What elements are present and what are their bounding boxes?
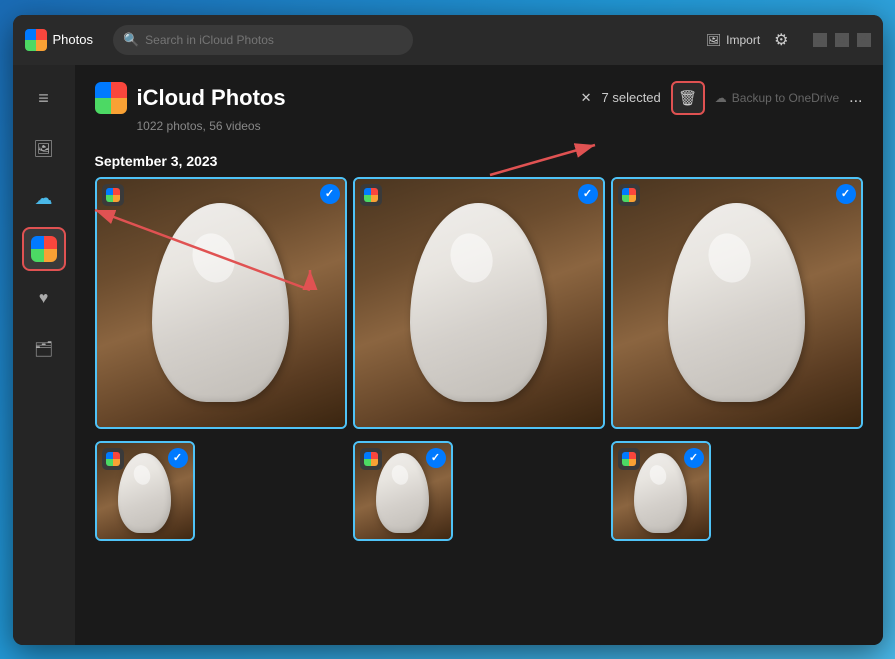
mouse-highlight xyxy=(186,228,241,289)
photo-icloud-icon-6 xyxy=(622,452,636,466)
import-icon: 🖼 xyxy=(706,33,721,47)
minimize-button[interactable]: – xyxy=(813,33,827,47)
icloud-icon: ☁ xyxy=(35,188,53,209)
sidebar-item-folders[interactable]: 🗂 xyxy=(22,327,66,371)
mouse-body-2 xyxy=(410,203,546,401)
trash-icon: 🗑 xyxy=(678,89,697,107)
photo-thumb-2 xyxy=(355,179,603,427)
photo-check-1: ✓ xyxy=(320,184,340,204)
selected-count: 7 selected xyxy=(601,90,660,105)
backup-icon: ☁ xyxy=(715,91,727,105)
app-logo: Photos xyxy=(25,29,93,51)
photo-icloud-icon-4 xyxy=(106,452,120,466)
selection-bar: ✕ 7 selected 🗑 ☁ Backup to OneDrive ... xyxy=(581,81,863,115)
search-bar[interactable]: 🔍 xyxy=(113,25,413,55)
mouse-body-4 xyxy=(118,453,171,533)
icloud-photos-icon xyxy=(31,236,57,262)
clear-icon: ✕ xyxy=(581,90,592,106)
sidebar-item-icloud[interactable]: ☁ xyxy=(22,177,66,221)
window-controls: – □ ✕ xyxy=(813,33,871,47)
content-title: iCloud Photos xyxy=(137,85,286,111)
sidebar-item-favorites[interactable]: ♥ xyxy=(22,277,66,321)
delete-button[interactable]: 🗑 xyxy=(671,81,705,115)
content-area: iCloud Photos ✕ 7 selected 🗑 ☁ xyxy=(75,65,883,645)
mouse-body-5 xyxy=(376,453,429,533)
import-button[interactable]: 🖼 Import xyxy=(706,33,760,47)
app-window: Photos 🔍 🖼 Import ⚙ – □ ✕ ≡ � xyxy=(13,15,883,645)
apple-logo-2 xyxy=(469,342,487,362)
photo-item-6[interactable]: ✓ xyxy=(611,441,711,541)
photo-icloud-badge-5 xyxy=(360,448,382,470)
folders-icon: 🗂 xyxy=(34,340,53,358)
photo-icloud-icon-1 xyxy=(106,188,120,202)
apple-logo-5 xyxy=(393,497,411,517)
search-icon: 🔍 xyxy=(123,32,139,48)
apple-logo-3 xyxy=(727,342,745,362)
close-button[interactable]: ✕ xyxy=(857,33,871,47)
photo-grid-container[interactable]: ✓ ✓ xyxy=(75,177,883,645)
photo-item-2[interactable]: ✓ xyxy=(353,177,605,429)
photo-icloud-badge-3 xyxy=(618,184,640,206)
photo-check-3: ✓ xyxy=(836,184,856,204)
date-group-label: September 3, 2023 xyxy=(75,143,883,177)
apple-logo-4 xyxy=(135,497,153,517)
photo-item-3[interactable]: ✓ xyxy=(611,177,863,429)
photo-item-4[interactable]: ✓ xyxy=(95,441,195,541)
search-input[interactable] xyxy=(145,33,403,47)
photo-item-5[interactable]: ✓ xyxy=(353,441,453,541)
mouse-body xyxy=(152,203,288,401)
maximize-button[interactable]: □ xyxy=(835,33,849,47)
menu-icon: ≡ xyxy=(38,88,49,109)
photo-library-icon: 🖼 xyxy=(33,139,53,159)
photo-icloud-badge-6 xyxy=(618,448,640,470)
photo-icloud-badge-4 xyxy=(102,448,124,470)
favorites-icon: ♥ xyxy=(39,290,49,308)
title-bar: Photos 🔍 🖼 Import ⚙ – □ ✕ xyxy=(13,15,883,65)
mouse-highlight-4 xyxy=(131,462,153,486)
photo-icloud-icon-3 xyxy=(622,188,636,202)
photo-thumb-3 xyxy=(613,179,861,427)
backup-button[interactable]: ☁ Backup to OneDrive xyxy=(715,91,839,105)
sidebar-item-menu[interactable]: ≡ xyxy=(22,77,66,121)
photo-grid: ✓ ✓ xyxy=(95,177,863,541)
mouse-highlight-6 xyxy=(647,462,669,486)
photo-icloud-badge-2 xyxy=(360,184,382,206)
mouse-highlight-5 xyxy=(389,462,411,486)
mouse-body-3 xyxy=(668,203,804,401)
photo-check-5: ✓ xyxy=(426,448,446,468)
photo-icloud-icon-5 xyxy=(364,452,378,466)
sidebar: ≡ 🖼 ☁ ♥ 🗂 xyxy=(13,65,75,645)
photo-check-2: ✓ xyxy=(578,184,598,204)
mouse-highlight-2 xyxy=(444,228,499,289)
more-options-button[interactable]: ... xyxy=(849,89,862,107)
photo-check-6: ✓ xyxy=(684,448,704,468)
apple-logo-6 xyxy=(651,497,669,517)
photo-item-1[interactable]: ✓ xyxy=(95,177,347,429)
app-title: Photos xyxy=(53,32,93,47)
content-app-icon xyxy=(95,82,127,114)
main-layout: ≡ 🖼 ☁ ♥ 🗂 iCloud Pho xyxy=(13,65,883,645)
content-header: iCloud Photos ✕ 7 selected 🗑 ☁ xyxy=(75,65,883,143)
sidebar-item-icloud-photos[interactable] xyxy=(22,227,66,271)
settings-icon[interactable]: ⚙ xyxy=(774,30,788,50)
photo-thumb-1 xyxy=(97,179,345,427)
content-title-row: iCloud Photos ✕ 7 selected 🗑 ☁ xyxy=(95,81,863,115)
title-bar-actions: 🖼 Import ⚙ – □ ✕ xyxy=(706,30,871,50)
apple-logo xyxy=(211,342,229,362)
sidebar-item-library[interactable]: 🖼 xyxy=(22,127,66,171)
photo-icloud-icon-2 xyxy=(364,188,378,202)
mouse-highlight-3 xyxy=(702,228,757,289)
photo-check-4: ✓ xyxy=(168,448,188,468)
app-icon xyxy=(25,29,47,51)
content-subtitle: 1022 photos, 56 videos xyxy=(137,119,863,133)
photo-icloud-badge-1 xyxy=(102,184,124,206)
mouse-body-6 xyxy=(634,453,687,533)
clear-selection-button[interactable]: ✕ xyxy=(581,90,592,106)
